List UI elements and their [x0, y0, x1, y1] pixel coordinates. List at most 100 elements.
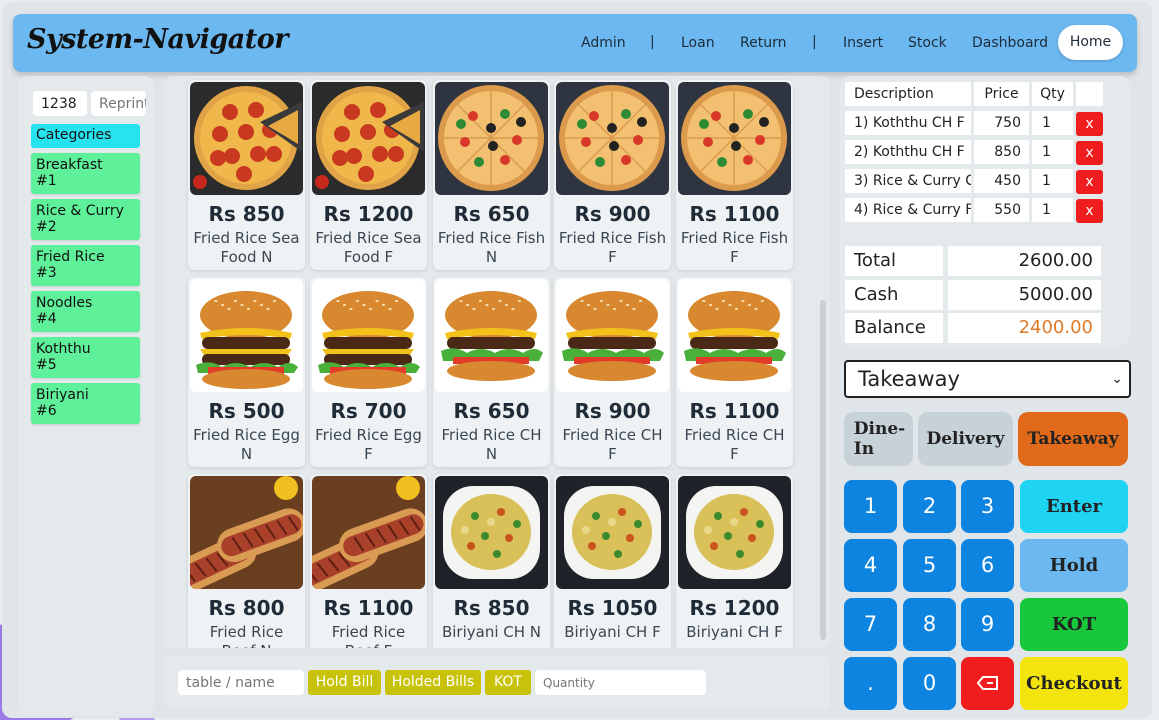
- hold-bill-button[interactable]: Hold Bill: [308, 670, 381, 695]
- keypad-key[interactable]: 6: [961, 539, 1014, 592]
- product-scrollbar[interactable]: [820, 300, 826, 640]
- cart-item-price: 750: [974, 111, 1029, 135]
- nav-loan[interactable]: Loan: [681, 35, 715, 51]
- product-name: Fried Rice Egg N: [193, 426, 300, 463]
- category-number: #3: [36, 265, 57, 281]
- order-type-selected: Takeaway: [858, 367, 960, 391]
- product-card[interactable]: Rs 900 Fried Rice CH F: [554, 277, 671, 467]
- product-name: Fried Rice Fish F: [558, 229, 667, 266]
- product-card[interactable]: Rs 1100 Fried Rice Beef F: [310, 474, 427, 648]
- product-image: [435, 476, 548, 589]
- product-card[interactable]: Rs 900 Fried Rice Fish F: [554, 80, 671, 270]
- product-image: [678, 82, 791, 195]
- reprint-input[interactable]: [91, 91, 146, 116]
- categories-header: Categories: [31, 124, 140, 148]
- product-card[interactable]: Rs 850 Fried Rice Sea Food N: [188, 80, 305, 270]
- remove-item-button[interactable]: x: [1076, 141, 1103, 165]
- nav-return[interactable]: Return: [740, 35, 786, 51]
- keypad-key[interactable]: 0: [903, 657, 956, 710]
- category-fried-rice[interactable]: Fried Rice #3: [31, 245, 140, 286]
- category-koththu[interactable]: Koththu #5: [31, 337, 140, 378]
- product-card[interactable]: Rs 1100 Fried Rice CH F: [676, 277, 793, 467]
- category-name: Biriyani: [36, 387, 89, 403]
- product-price: Rs 500: [208, 399, 285, 423]
- cart-item-qty[interactable]: 1: [1032, 198, 1073, 222]
- product-price: Rs 1200: [689, 596, 780, 620]
- product-image: [312, 82, 425, 195]
- cash-value[interactable]: 5000.00: [948, 280, 1101, 310]
- product-price: Rs 700: [330, 399, 407, 423]
- product-image: [678, 476, 791, 589]
- product-card[interactable]: Rs 700 Fried Rice Egg F: [310, 277, 427, 467]
- nav-admin[interactable]: Admin: [581, 35, 626, 51]
- total-value: 2600.00: [948, 246, 1101, 276]
- cart-header-description: Description: [845, 82, 971, 106]
- cart-item-description: 3) Rice & Curry CH: [845, 169, 971, 193]
- order-type-select[interactable]: Takeaway ⌄: [844, 360, 1131, 398]
- remove-item-button[interactable]: x: [1076, 112, 1103, 136]
- product-card[interactable]: Rs 650 Fried Rice CH N: [433, 277, 550, 467]
- product-name: Biriyani CH N: [441, 623, 542, 641]
- product-card[interactable]: Rs 850 Biriyani CH N: [433, 474, 550, 648]
- invoice-number-input[interactable]: [33, 91, 87, 116]
- product-name: Fried Rice Fish N: [437, 229, 546, 266]
- keypad-key[interactable]: 7: [844, 598, 897, 651]
- chevron-down-icon: ⌄: [1111, 371, 1123, 387]
- keypad-key[interactable]: 9: [961, 598, 1014, 651]
- table-name-input[interactable]: [178, 670, 304, 695]
- product-price: Rs 650: [453, 202, 530, 226]
- delivery-button[interactable]: Delivery: [918, 412, 1013, 466]
- product-price: Rs 650: [453, 399, 530, 423]
- cart-item-description: 1) Koththu CH F: [845, 111, 971, 135]
- dine-in-button[interactable]: Dine- In: [844, 412, 913, 466]
- nav-insert[interactable]: Insert: [843, 35, 883, 51]
- holded-bills-button[interactable]: Holded Bills: [385, 670, 481, 695]
- top-navbar: System-Navigator Admin | Loan Return | I…: [13, 14, 1137, 72]
- keypad-key[interactable]: 4: [844, 539, 897, 592]
- product-price: Rs 850: [208, 202, 285, 226]
- product-name: Biriyani CH F: [686, 623, 783, 641]
- cart-item-qty[interactable]: 1: [1032, 169, 1073, 193]
- keypad-key[interactable]: 8: [903, 598, 956, 651]
- product-image: [190, 82, 303, 195]
- category-rice-curry[interactable]: Rice & Curry #2: [31, 199, 140, 240]
- enter-button[interactable]: Enter: [1020, 480, 1128, 533]
- product-price: Rs 800: [208, 596, 285, 620]
- backspace-button[interactable]: [961, 657, 1014, 710]
- product-card[interactable]: Rs 650 Fried Rice Fish N: [433, 80, 550, 270]
- nav-dashboard[interactable]: Dashboard: [972, 35, 1048, 51]
- product-name: Fried Rice CH F: [562, 426, 663, 463]
- product-card[interactable]: Rs 1050 Biriyani CH F: [554, 474, 671, 648]
- nav-separator: |: [650, 34, 655, 50]
- cart-item-qty[interactable]: 1: [1032, 111, 1073, 135]
- keypad-key[interactable]: 2: [903, 480, 956, 533]
- keypad-key[interactable]: .: [844, 657, 897, 710]
- takeaway-button[interactable]: Takeaway: [1018, 412, 1128, 466]
- checkout-button[interactable]: Checkout: [1020, 657, 1128, 710]
- remove-item-button[interactable]: x: [1076, 199, 1103, 223]
- category-biriyani[interactable]: Biriyani #6: [31, 383, 140, 424]
- remove-item-button[interactable]: x: [1076, 170, 1103, 194]
- keypad-key[interactable]: 1: [844, 480, 897, 533]
- product-image: [190, 476, 303, 589]
- kot-print-button[interactable]: KOT: [485, 670, 531, 695]
- product-price: Rs 1200: [323, 202, 414, 226]
- hold-button[interactable]: Hold: [1020, 539, 1128, 592]
- product-card[interactable]: Rs 1200 Fried Rice Sea Food F: [310, 80, 427, 270]
- product-name: Biriyani CH F: [564, 623, 661, 641]
- category-noodles[interactable]: Noodles #4: [31, 291, 140, 332]
- quantity-input[interactable]: [535, 670, 706, 695]
- category-breakfast[interactable]: Breakfast #1: [31, 153, 140, 194]
- keypad-key[interactable]: 3: [961, 480, 1014, 533]
- product-card[interactable]: Rs 1100 Fried Rice Fish F: [676, 80, 793, 270]
- keypad-key[interactable]: 5: [903, 539, 956, 592]
- kot-button[interactable]: KOT: [1020, 598, 1128, 651]
- product-card[interactable]: Rs 800 Fried Rice Beef N: [188, 474, 305, 648]
- product-name: Fried Rice CH F: [684, 426, 785, 463]
- cart-item-qty[interactable]: 1: [1032, 140, 1073, 164]
- nav-home-button[interactable]: Home: [1058, 25, 1123, 60]
- product-name: Fried Rice Sea Food F: [315, 229, 422, 266]
- product-card[interactable]: Rs 500 Fried Rice Egg N: [188, 277, 305, 467]
- nav-stock[interactable]: Stock: [908, 35, 947, 51]
- product-card[interactable]: Rs 1200 Biriyani CH F: [676, 474, 793, 648]
